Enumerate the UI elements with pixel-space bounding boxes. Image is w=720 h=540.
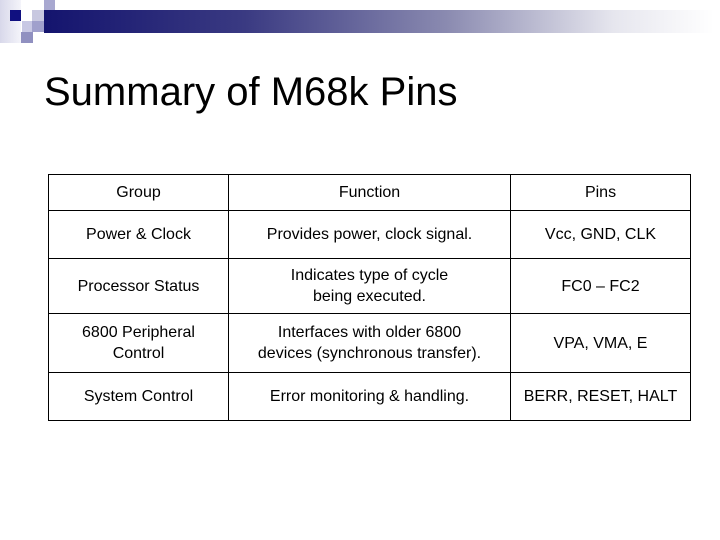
cell-function: Interfaces with older 6800 devices (synch… bbox=[228, 313, 511, 373]
table-row: Processor Status Indicates type of cycle… bbox=[48, 258, 691, 314]
slide-title: Summary of M68k Pins bbox=[44, 70, 458, 114]
decor-square-light bbox=[32, 10, 44, 21]
header-function: Function bbox=[228, 174, 511, 211]
table-row: System Control Error monitoring & handli… bbox=[48, 372, 691, 421]
cell-group: Processor Status bbox=[48, 258, 229, 314]
cell-group: 6800 Peripheral Control bbox=[48, 313, 229, 373]
decor-square-medium-2 bbox=[32, 21, 44, 32]
cell-function: Provides power, clock signal. bbox=[228, 210, 511, 259]
pins-table: Group Function Pins Power & Clock Provid… bbox=[48, 174, 691, 421]
cell-pins: Vcc, GND, CLK bbox=[510, 210, 691, 259]
decor-square-dark bbox=[10, 10, 21, 21]
header-pins: Pins bbox=[510, 174, 691, 211]
cell-function: Indicates type of cycle being executed. bbox=[228, 258, 511, 314]
cell-group: System Control bbox=[48, 372, 229, 421]
cell-pins: BERR, RESET, HALT bbox=[510, 372, 691, 421]
header-gradient-bar bbox=[44, 10, 714, 33]
cell-pins: FC0 – FC2 bbox=[510, 258, 691, 314]
cell-pins: VPA, VMA, E bbox=[510, 313, 691, 373]
table-header-row: Group Function Pins bbox=[48, 174, 691, 211]
table-row: Power & Clock Provides power, clock sign… bbox=[48, 210, 691, 259]
cell-group: Power & Clock bbox=[48, 210, 229, 259]
table-row: 6800 Peripheral Control Interfaces with o… bbox=[48, 313, 691, 373]
header-group: Group bbox=[48, 174, 229, 211]
decor-square-light-column bbox=[0, 0, 21, 43]
decor-square-bottom bbox=[21, 32, 33, 43]
cell-function: Error monitoring & handling. bbox=[228, 372, 511, 421]
